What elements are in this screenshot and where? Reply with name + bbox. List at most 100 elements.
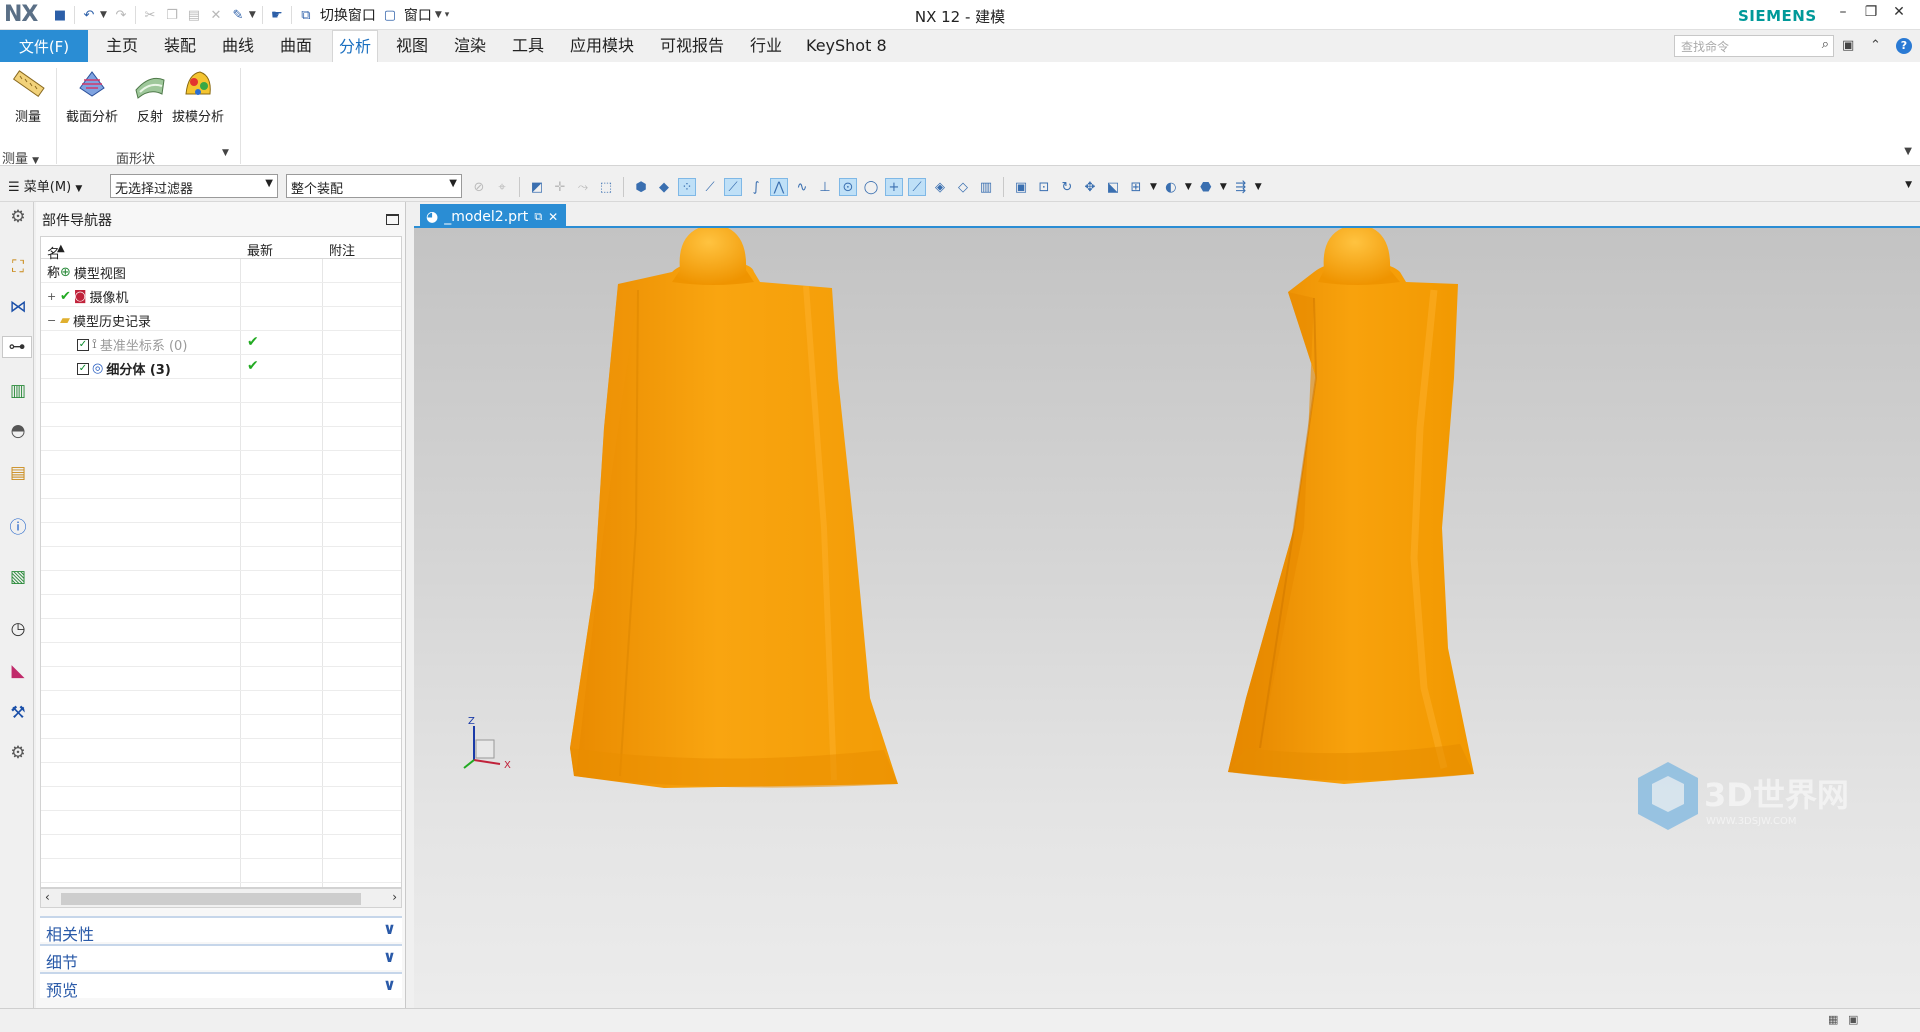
undo-dropdown-icon[interactable]: ▼ <box>100 10 107 20</box>
right-part[interactable] <box>1228 228 1474 784</box>
redo-icon[interactable]: ↷ <box>113 7 129 23</box>
end-point-icon[interactable]: ⟋ <box>701 178 719 196</box>
column-header-comment[interactable]: 附注 <box>329 240 355 259</box>
tree-row-model-history[interactable]: − ▰ 模型历史记录 <box>41 307 401 331</box>
selection-status-icon[interactable]: ▦ <box>1828 1013 1838 1026</box>
perspective-icon[interactable]: ⬕ <box>1104 178 1122 196</box>
curve-point-icon[interactable]: ∿ <box>793 178 811 196</box>
tab-render[interactable]: 渲染 <box>448 30 492 62</box>
expand-icon[interactable]: + <box>47 290 57 303</box>
pole-icon[interactable]: ◇ <box>954 178 972 196</box>
follow-fillet-icon[interactable]: ⤳ <box>574 178 592 196</box>
touch-mode-icon[interactable]: ☛ <box>269 7 285 23</box>
left-part[interactable] <box>570 228 898 788</box>
assembly-navigator-icon[interactable]: ⛶ <box>7 256 29 278</box>
cut-icon[interactable]: ✂ <box>142 7 158 23</box>
scroll-right-icon[interactable]: › <box>392 890 397 904</box>
bounded-grid-icon[interactable]: ▥ <box>977 178 995 196</box>
tree-row-model-views[interactable]: + ⊕ 模型视图 <box>41 259 401 283</box>
manufacturing-wizard-icon[interactable]: ◣ <box>7 660 29 682</box>
section-analysis-button[interactable]: 截面分析 <box>66 66 118 125</box>
rectangle-select-icon[interactable]: ⬚ <box>597 178 615 196</box>
mid-point-icon[interactable]: ⟋ <box>724 178 742 196</box>
delete-icon[interactable]: ✕ <box>208 7 224 23</box>
circle-center-icon[interactable]: ⊙ <box>839 178 857 196</box>
tab-industry[interactable]: 行业 <box>744 30 788 62</box>
tab-home[interactable]: 主页 <box>100 30 144 62</box>
edit-section-icon[interactable]: ⬣ <box>1197 178 1215 196</box>
visibility-checkbox[interactable]: ✓ <box>77 338 89 351</box>
switch-window-icon[interactable]: ⧉ <box>298 7 314 23</box>
float-tab-icon[interactable]: ⧉ <box>534 210 542 224</box>
visibility-checkbox[interactable]: ✓ <box>77 362 89 375</box>
fullscreen-icon[interactable]: ▣ <box>1848 1013 1858 1026</box>
repeat-command-icon[interactable]: ✎ <box>230 7 246 23</box>
measure-button[interactable]: 测量 <box>10 66 46 125</box>
shaded-edges-icon[interactable]: ◐ <box>1162 178 1180 196</box>
history-icon[interactable]: ⓘ <box>7 514 29 538</box>
system-scenes-icon[interactable]: ⚙ <box>7 742 29 764</box>
tab-keyshot[interactable]: KeyShot 8 <box>800 30 893 62</box>
show-hide-icon[interactable]: ⇶ <box>1232 178 1250 196</box>
collapse-icon[interactable]: − <box>47 314 57 327</box>
column-header-latest[interactable]: 最新 <box>247 240 273 259</box>
document-tab[interactable]: ◕ _model2.prt ⧉ ✕ <box>420 204 567 228</box>
minimize-icon[interactable]: – <box>1830 4 1856 20</box>
ribbon-options-icon[interactable]: ▣ <box>1842 38 1854 53</box>
tree-row-subdivision-body[interactable]: ✓ ◎ 细分体 (3) ✔ <box>41 355 401 379</box>
file-menu-button[interactable]: 文件(F) <box>0 30 88 62</box>
type-filter-select[interactable]: 无选择过滤器 ▼ <box>110 174 278 198</box>
reuse-library-icon[interactable]: ▥ <box>7 380 29 402</box>
help-icon[interactable]: ? <box>1896 38 1912 54</box>
process-studio-icon[interactable]: ▧ <box>7 566 29 588</box>
part-navigator-icon[interactable]: ⊶ <box>2 336 32 358</box>
orient-dropdown-icon[interactable]: ▼ <box>1150 182 1157 192</box>
render-style-dropdown-icon[interactable]: ▼ <box>1185 182 1192 192</box>
snap-points-icon[interactable]: ⁘ <box>678 178 696 196</box>
web-browser-icon[interactable]: ▤ <box>7 462 29 484</box>
group-measure-label[interactable]: 测量 ▼ <box>2 148 39 167</box>
orient-view-icon[interactable]: ⊞ <box>1127 178 1145 196</box>
scrollbar-thumb[interactable] <box>61 893 361 905</box>
search-icon[interactable]: ⌕ <box>1822 37 1829 52</box>
window-icon[interactable]: ▢ <box>382 7 398 23</box>
tab-view[interactable]: 视图 <box>390 30 434 62</box>
expand-icon[interactable]: + <box>47 266 57 279</box>
tree-row-cameras[interactable]: + ✔ ◙ 摄像机 <box>41 283 401 307</box>
arc-center-icon[interactable]: ⊥ <box>816 178 834 196</box>
tab-visual-reporting[interactable]: 可视报告 <box>654 30 730 62</box>
tab-curve[interactable]: 曲线 <box>216 30 260 62</box>
intersection-point-icon[interactable]: ⋀ <box>770 178 788 196</box>
selection-scope-select[interactable]: 整个装配 ▼ <box>286 174 462 198</box>
switch-window-button[interactable]: 切换窗口 <box>320 5 376 25</box>
toolbar-options-dropdown-icon[interactable]: ▼ <box>1905 180 1912 190</box>
tab-application[interactable]: 应用模块 <box>564 30 640 62</box>
copy-icon[interactable]: ❐ <box>164 7 180 23</box>
command-search-input[interactable]: 查找命令 ⌕ <box>1674 35 1834 57</box>
section-dropdown-icon[interactable]: ▼ <box>1220 182 1227 192</box>
draft-analysis-button[interactable]: 拔模分析 <box>172 66 224 125</box>
gear-icon[interactable]: ⚙ <box>7 206 29 228</box>
details-section[interactable]: 细节 ∨ <box>40 944 402 972</box>
existing-point-icon[interactable]: + <box>885 178 903 196</box>
paste-icon[interactable]: ▤ <box>186 7 202 23</box>
stop-at-intersection-icon[interactable]: ✛ <box>551 178 569 196</box>
save-icon[interactable]: ■ <box>52 7 68 23</box>
pan-icon[interactable]: ✥ <box>1081 178 1099 196</box>
tab-tools[interactable]: 工具 <box>506 30 550 62</box>
selection-intent-icon[interactable]: ◩ <box>528 178 546 196</box>
window-menu-button[interactable]: 窗口 <box>404 5 432 25</box>
control-point-icon[interactable]: ∫ <box>747 178 765 196</box>
constraint-navigator-icon[interactable]: ⋈ <box>7 296 29 318</box>
select-all-icon[interactable]: ⌖ <box>493 178 511 196</box>
ribbon-options-dropdown-icon[interactable]: ▼ <box>1904 146 1912 157</box>
hd3d-tools-icon[interactable]: ◓ <box>7 420 29 442</box>
reflection-button[interactable]: 反射 <box>132 66 168 125</box>
deselect-icon[interactable]: ⊘ <box>470 178 488 196</box>
close-tab-icon[interactable]: ✕ <box>548 210 558 224</box>
graphics-viewport[interactable]: Z X 3D世界网 WWW.3DSJW.COM <box>414 228 1920 1008</box>
undo-icon[interactable]: ↶ <box>81 7 97 23</box>
rotate-icon[interactable]: ↻ <box>1058 178 1076 196</box>
dependencies-section[interactable]: 相关性 ∨ <box>40 916 402 944</box>
group-face-shape-dropdown-icon[interactable]: ▼ <box>222 148 229 158</box>
